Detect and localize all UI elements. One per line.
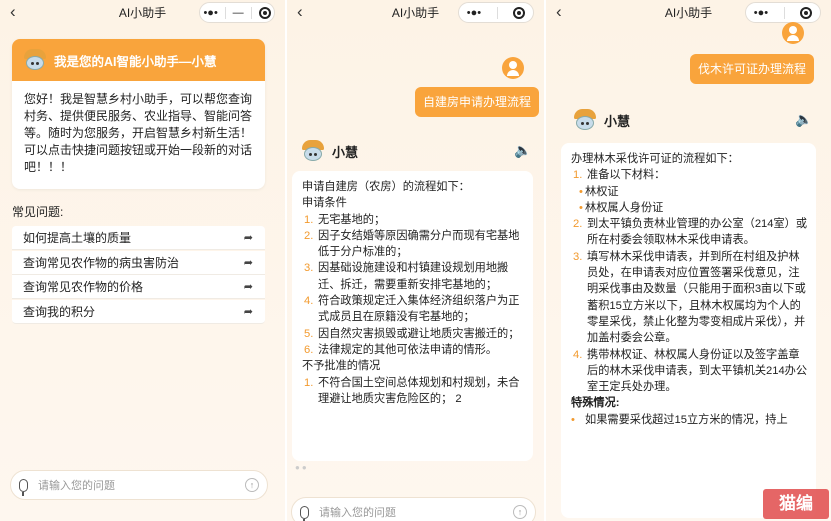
list-item: 1. 不符合国土空间总体规划和村规划，未合理避让地质灾害危险区的； 2 (304, 376, 520, 405)
microphone-icon[interactable] (300, 505, 309, 521)
list-item: 1. 准备以下材料： (573, 169, 666, 182)
faq-item[interactable]: 查询我的积分 ➦ (12, 300, 265, 324)
bot-name: 小慧 (332, 144, 359, 160)
user-message: 伐木许可证办理流程 (690, 54, 815, 84)
faq-label: 常见问题: (12, 205, 64, 219)
share-icon: ➦ (243, 232, 253, 244)
sub-item: • 如果需要采伐超过15立方米的情况，持上 (571, 413, 788, 426)
welcome-header: 我是您的AI智能小助手—小慧 (12, 39, 265, 81)
input-placeholder: 请输入您的问题 (38, 480, 115, 492)
more-icon[interactable]: •●• (467, 7, 481, 19)
bot-header: 小慧 (300, 140, 358, 162)
bot-answer: 办理林木采伐许可证的流程如下： 1. 准备以下材料： • 林权证 • 林权属人身份证 … (561, 143, 816, 518)
send-icon[interactable]: ↑ (245, 478, 259, 492)
input-placeholder: 请输入您的问题 (319, 507, 396, 519)
minimize-icon[interactable]: — (233, 7, 244, 19)
faq-item[interactable]: 如何提高土壤的质量 ➦ (12, 226, 265, 250)
faq-text: 查询我的积分 (23, 305, 96, 319)
list-item: 3. 因基础设施建设和村镇建设规划用地搬迁、拆迁，需要重新安排宅基地的； (304, 262, 509, 291)
question-input[interactable]: 请输入您的问题 ↑ (291, 497, 536, 521)
list-item: 4. 携带林权证、林权属人身份证以及签字盖章后的林木采伐申请表，到太平镇机关214… (573, 348, 808, 394)
bot-name: 小慧 (604, 113, 631, 129)
bot-header: 小慧 (572, 109, 630, 131)
close-icon[interactable] (800, 6, 813, 19)
mini-program-capsule: •●• (745, 2, 821, 23)
faq-item[interactable]: 查询常见农作物的价格 ➦ (12, 275, 265, 299)
microphone-icon[interactable] (19, 478, 28, 496)
share-icon: ➦ (243, 257, 253, 269)
share-icon: ➦ (243, 281, 253, 293)
loading-dots: ●● (295, 463, 309, 472)
mascot-icon (300, 140, 326, 162)
answer-line: 办理林木采伐许可证的流程如下： (571, 153, 739, 165)
chat-panel-logging: ‹ AI小助手 •●• 伐木许可证办理流程 小慧 🔈 办理林木采伐许可证的流程如… (546, 0, 831, 521)
more-icon[interactable]: •●• (203, 7, 217, 19)
faq-text: 查询常见农作物的价格 (23, 280, 144, 294)
faq-text: 查询常见农作物的病虫害防治 (23, 256, 180, 270)
list-item: 3. 填写林木采伐申请表，并到所在村组及护林员处，在申请表对应位置签署采伐意见，注… (573, 250, 806, 345)
sub-item: • 林权证 (579, 185, 619, 198)
chat-panel-home: ‹ AI小助手 •●• — 我是您的AI智能小助手—小慧 您好！我是智慧乡村小助手… (0, 0, 285, 521)
speaker-icon[interactable]: 🔈 (514, 142, 531, 159)
send-icon[interactable]: ↑ (513, 505, 527, 519)
sub-item: • 林权属人身份证 (579, 201, 664, 214)
answer-line: 不予批准的情况 (302, 360, 381, 373)
faq-text: 如何提高土壤的质量 (23, 231, 132, 245)
mascot-icon (22, 49, 48, 71)
user-avatar (782, 22, 804, 44)
close-icon[interactable] (258, 6, 271, 19)
mini-program-capsule: •●• (458, 2, 534, 23)
welcome-text: 您好！我是智慧乡村小助手，可以帮您查询村务、提供便民服务、农业指导、智能问答等。… (24, 92, 253, 174)
mascot-icon (572, 109, 598, 131)
watermark-logo: 猫编 (763, 489, 829, 519)
share-icon: ➦ (243, 306, 253, 318)
more-icon[interactable]: •●• (754, 7, 768, 19)
welcome-title: 我是您的AI智能小助手—小慧 (54, 54, 217, 69)
answer-line: 申请条件 (302, 197, 347, 210)
special-label: 特殊情况: (571, 397, 620, 410)
user-message: 自建房申请办理流程 (415, 87, 540, 117)
question-input[interactable]: 请输入您的问题 ↑ (10, 470, 268, 500)
list-item: 6. 法律规定的其他可依法申请的情形。 (304, 343, 498, 356)
user-avatar (502, 57, 524, 79)
welcome-card: 我是您的AI智能小助手—小慧 您好！我是智慧乡村小助手，可以帮您查询村务、提供便… (12, 39, 265, 189)
list-item: 4. 符合政策规定迁入集体经济组织落户为正式成员且在原籍没有宅基地的； (304, 295, 520, 324)
mini-program-capsule: •●• — (199, 2, 275, 23)
chat-panel-house: ‹ AI小助手 •●• 自建房申请办理流程 小慧 🔈 申请自建房（农房）的流程如… (287, 0, 544, 521)
top-bar: ‹ AI小助手 •●• (287, 0, 544, 26)
close-icon[interactable] (513, 6, 526, 19)
top-bar: ‹ AI小助手 •●• — (0, 0, 285, 26)
list-item: 1. 无宅基地的； (304, 213, 386, 226)
list-item: 2. 因子女结婚等原因确需分户而现有宅基地低于分户标准的； (304, 229, 520, 259)
speaker-icon[interactable]: 🔈 (795, 111, 812, 128)
faq-item[interactable]: 查询常见农作物的病虫害防治 ➦ (12, 251, 265, 275)
answer-line: 申请自建房（农房）的流程如下： (302, 181, 470, 193)
bot-answer: 申请自建房（农房）的流程如下： 申请条件 1. 无宅基地的； 2. 因子女结婚等原因… (292, 171, 533, 461)
list-item: 5. 因自然灾害损毁或避让地质灾害搬迁的； (304, 327, 520, 340)
list-item: 2. 到太平镇负责林业管理的办公室（214室）或所在村委会领取林木采伐申请表。 (573, 218, 808, 247)
